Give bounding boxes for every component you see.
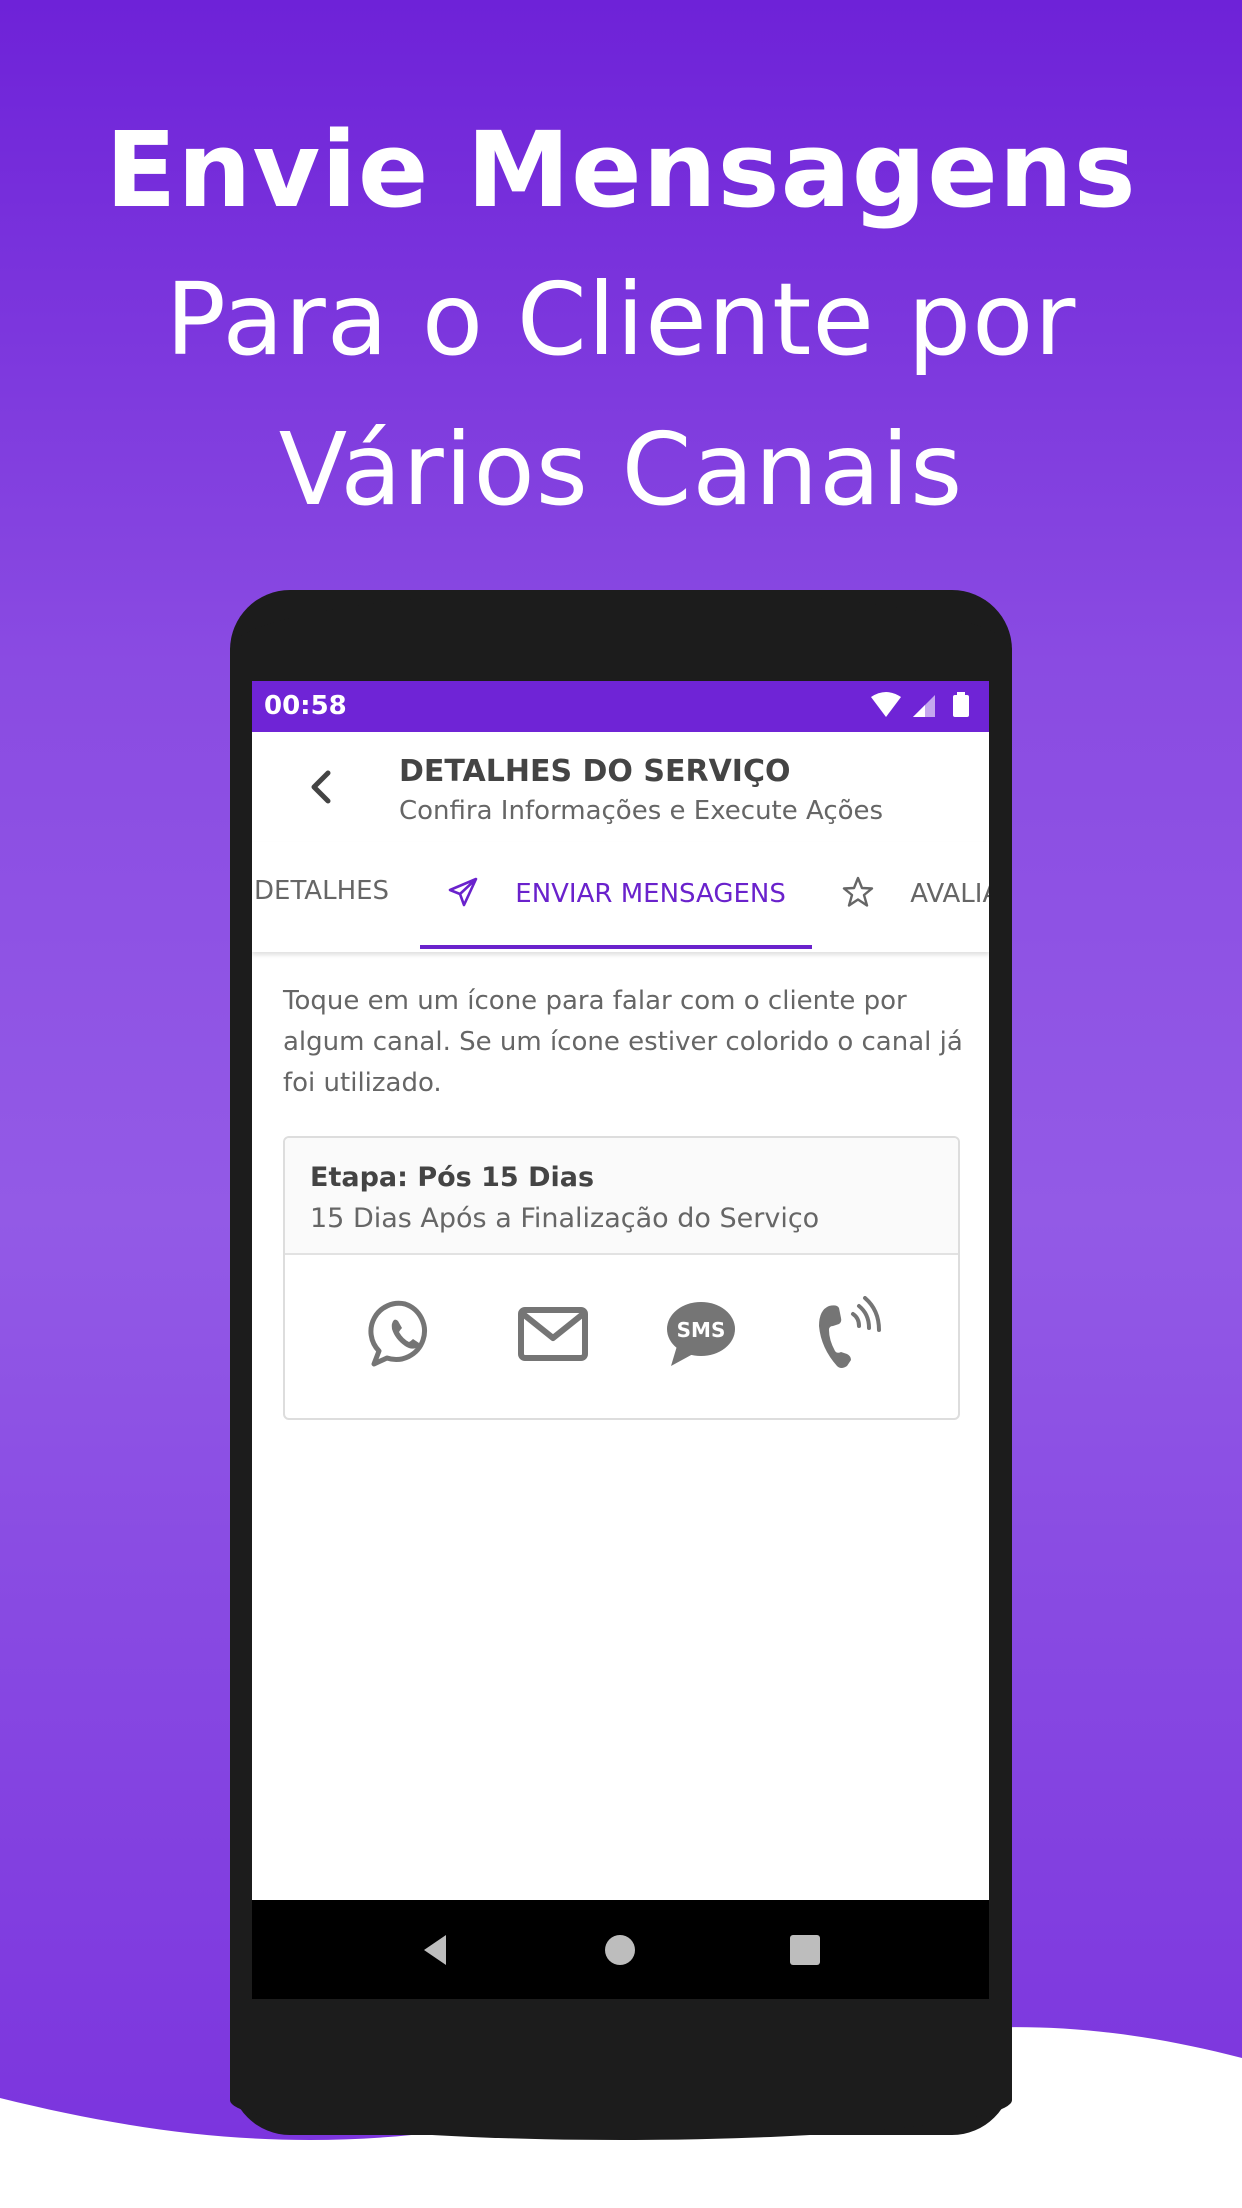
stage-description: 15 Dias Após a Finalização do Serviço xyxy=(310,1203,820,1234)
nav-home-icon[interactable] xyxy=(600,1930,640,1970)
nav-recents-icon[interactable] xyxy=(785,1930,825,1970)
page-subtitle: Confira Informações e Execute Ações xyxy=(399,796,884,826)
tab-enviar-mensagens[interactable]: ENVIAR MENSAGENS xyxy=(447,876,786,909)
signal-icon xyxy=(913,695,935,717)
whatsapp-icon[interactable] xyxy=(367,1296,443,1372)
star-icon xyxy=(842,876,874,907)
sms-text: SMS xyxy=(677,1318,726,1342)
headline-line-3: Vários Canais xyxy=(278,411,964,528)
tab-avaliacao[interactable]: AVALIAÇÃO xyxy=(842,876,989,909)
page-title: DETALHES DO SERVIÇO xyxy=(399,754,791,789)
phone-screen: 00:58 DETALHES DO SERVIÇO Confira Inform… xyxy=(252,681,989,1999)
headline-line-2: Para o Cliente por xyxy=(165,261,1077,378)
headline-line-1: Envie Mensagens xyxy=(105,109,1137,231)
phone-call-icon[interactable] xyxy=(811,1296,887,1372)
chevron-left-icon[interactable] xyxy=(302,767,342,807)
instructions-text: Toque em um ícone para falar com o clien… xyxy=(283,986,963,1098)
envelope-icon[interactable] xyxy=(515,1296,591,1372)
nav-back-icon[interactable] xyxy=(416,1930,456,1970)
status-icons xyxy=(871,692,969,717)
stage-card: Etapa: Pós 15 Dias 15 Dias Após a Finali… xyxy=(283,1136,960,1420)
paper-plane-icon xyxy=(448,877,478,907)
stage-title: Etapa: Pós 15 Dias xyxy=(310,1162,595,1193)
tab-label: AVALIAÇÃO xyxy=(910,879,989,909)
battery-icon xyxy=(953,692,969,717)
tab-label: ENVIAR MENSAGENS xyxy=(515,879,786,909)
stage-header: Etapa: Pós 15 Dias 15 Dias Após a Finali… xyxy=(285,1138,958,1255)
status-bar: 00:58 xyxy=(252,681,989,732)
navigation-bar xyxy=(252,1900,989,1999)
active-tab-indicator xyxy=(420,945,812,949)
headline: Envie Mensagens Para o Cliente por Vário… xyxy=(0,95,1242,545)
tab-detalhes[interactable]: DETALHES xyxy=(254,876,389,906)
sms-bubble-icon[interactable]: SMS xyxy=(663,1296,739,1372)
app-bar: DETALHES DO SERVIÇO Confira Informações … xyxy=(252,732,989,842)
phone-frame-bottom xyxy=(230,2040,1012,2140)
tab-label: DETALHES xyxy=(254,876,390,906)
wifi-icon xyxy=(871,692,901,717)
status-time: 00:58 xyxy=(264,691,347,721)
tab-bar: DETALHES ENVIAR MENSAGENS AVALIAÇÃO xyxy=(252,842,989,952)
